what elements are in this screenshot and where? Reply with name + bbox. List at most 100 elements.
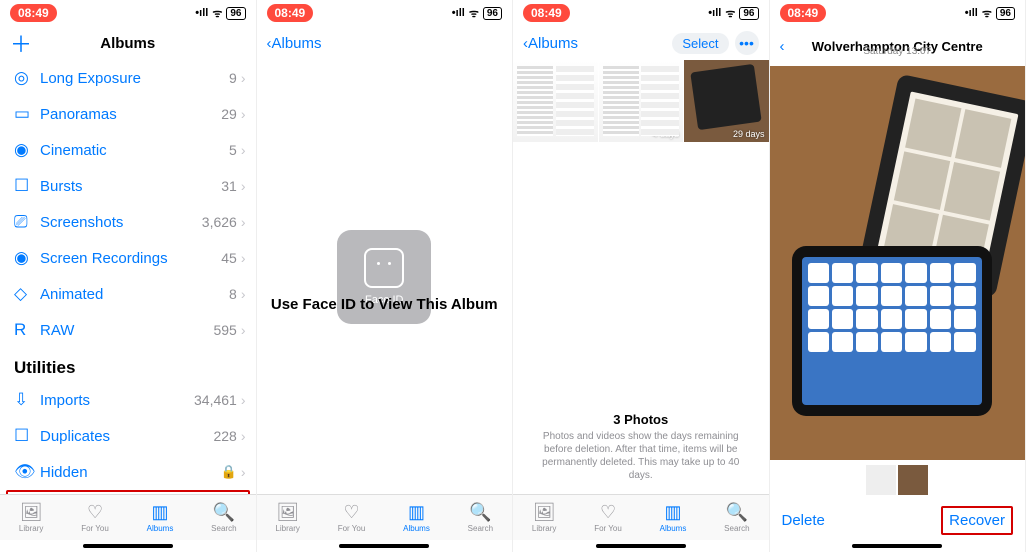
back-button[interactable]: ‹ Albums: [267, 35, 322, 52]
row-count: 3,626: [202, 214, 237, 230]
nav-bar: ‹ Wolverhampton City Centre Saturday 13:…: [770, 26, 1026, 66]
status-icons: •ıll ᯤ 96: [195, 6, 245, 21]
library-icon: 🖼: [533, 502, 556, 523]
tab-albums[interactable]: ▥Albums: [660, 502, 687, 533]
tab-search[interactable]: 🔍Search: [468, 502, 493, 533]
status-icons: •ıll ᯤ 96: [708, 6, 758, 21]
status-bar: 08:49 •ıll ᯤ 96: [0, 0, 256, 26]
chevron-right-icon: ›: [241, 286, 246, 302]
row-label: Imports: [40, 392, 194, 409]
row-label: Screenshots: [40, 214, 202, 231]
album-row-screen-recordings[interactable]: ◉Screen Recordings45›: [0, 240, 256, 276]
back-label: Albums: [528, 35, 578, 52]
wifi-icon: ᯤ: [212, 6, 222, 21]
action-bar: Delete Recover: [770, 500, 1026, 540]
albums-icon: ▥: [151, 502, 168, 523]
tab-library[interactable]: 🖼Library: [275, 502, 299, 533]
home-indicator[interactable]: [0, 540, 256, 552]
status-time: 08:49: [267, 4, 314, 22]
nav-bar: ‹ Albums Select •••: [513, 26, 769, 60]
search-icon: 🔍: [213, 502, 235, 523]
row-count: 45: [221, 250, 237, 266]
album-row-screenshots[interactable]: ⎚Screenshots3,626›: [0, 204, 256, 240]
album-row-raw[interactable]: RRAW595 ›: [0, 312, 256, 348]
tab-label: Albums: [147, 524, 174, 533]
row-label: Bursts: [40, 178, 221, 195]
photo-thumbnail[interactable]: 29 days: [684, 60, 769, 142]
tab-label: Search: [468, 524, 493, 533]
tab-library[interactable]: 🖼Library: [532, 502, 556, 533]
photo-thumbnail[interactable]: 4 days: [599, 60, 685, 142]
more-button[interactable]: •••: [735, 31, 759, 55]
tab-search[interactable]: 🔍Search: [211, 502, 236, 533]
library-icon: 🖼: [20, 502, 43, 523]
home-indicator[interactable]: [770, 540, 1026, 552]
row-label: Cinematic: [40, 142, 229, 159]
row-label: Duplicates: [40, 428, 213, 445]
duplicates-icon: ☐: [14, 426, 40, 446]
photo-thumbnail[interactable]: [513, 60, 599, 142]
row-count: 31: [221, 178, 237, 194]
long-exposure-icon: ◎: [14, 68, 40, 88]
back-button[interactable]: ‹ Albums: [523, 35, 578, 52]
battery-level: 96: [739, 7, 758, 20]
tab-for-you[interactable]: ♡For You: [338, 502, 366, 533]
row-label: RAW: [40, 322, 213, 339]
select-button[interactable]: Select: [672, 33, 728, 54]
thumbnail[interactable]: [866, 465, 896, 495]
thumbnail-strip: [770, 460, 1026, 500]
row-count: 595: [213, 322, 236, 338]
row-label: Animated: [40, 286, 229, 303]
utility-row-hidden[interactable]: 👁Hidden🔒›: [0, 454, 256, 490]
photo-viewer[interactable]: [770, 66, 1026, 460]
album-row-panoramas[interactable]: ▭Panoramas29›: [0, 96, 256, 132]
nav-bar: ＋ Albums: [0, 26, 256, 60]
tab-search[interactable]: 🔍Search: [724, 502, 749, 533]
home-indicator[interactable]: [257, 540, 513, 552]
albums-list: ◎Long Exposure9›▭Panoramas29›◉Cinematic5…: [0, 60, 256, 494]
cinematic-icon: ◉: [14, 140, 40, 160]
info-block: 3 Photos Photos and videos show the days…: [513, 404, 769, 494]
home-indicator[interactable]: [513, 540, 769, 552]
for-you-icon: ♡: [343, 502, 359, 523]
search-icon: 🔍: [469, 502, 491, 523]
imports-icon: ⇩: [14, 390, 40, 410]
status-icons: •ıll ᯤ 96: [965, 6, 1015, 21]
battery-level: 96: [996, 7, 1015, 20]
utility-row-imports[interactable]: ⇩Imports34,461›: [0, 382, 256, 418]
search-icon: 🔍: [726, 502, 748, 523]
faceid-area: Use Face ID to View This Album Face ID: [257, 60, 513, 494]
utilities-header: Utilities: [0, 348, 256, 382]
chevron-right-icon: ›: [241, 70, 246, 86]
recover-button[interactable]: Recover: [941, 506, 1013, 535]
raw-icon: R: [14, 320, 40, 340]
faceid-prompt: Use Face ID to View This Album: [271, 296, 498, 313]
for-you-icon: ♡: [600, 502, 616, 523]
status-time: 08:49: [10, 4, 57, 22]
tab-library[interactable]: 🖼Library: [19, 502, 43, 533]
tab-for-you[interactable]: ♡For You: [594, 502, 622, 533]
row-label: Long Exposure: [40, 70, 229, 87]
chevron-right-icon: ›: [241, 464, 246, 480]
thumbnail-selected[interactable]: [898, 465, 928, 495]
delete-button[interactable]: Delete: [782, 512, 825, 529]
album-row-bursts[interactable]: ☐Bursts31›: [0, 168, 256, 204]
add-button[interactable]: ＋: [10, 27, 32, 59]
album-row-cinematic[interactable]: ◉Cinematic5›: [0, 132, 256, 168]
hidden-icon: 👁: [14, 462, 40, 482]
lock-icon: 🔒: [221, 464, 237, 480]
album-row-long-exposure[interactable]: ◎Long Exposure9›: [0, 60, 256, 96]
battery-level: 96: [483, 7, 502, 20]
album-row-animated[interactable]: ◇Animated8›: [0, 276, 256, 312]
spacer: [513, 142, 769, 404]
tab-albums[interactable]: ▥Albums: [403, 502, 430, 533]
tab-label: Library: [19, 524, 43, 533]
chevron-right-icon: ›: [241, 322, 246, 338]
utility-row-duplicates[interactable]: ☐Duplicates228›: [0, 418, 256, 454]
tab-for-you[interactable]: ♡For You: [81, 502, 109, 533]
tab-label: Search: [211, 524, 236, 533]
for-you-icon: ♡: [87, 502, 103, 523]
tab-albums[interactable]: ▥Albums: [147, 502, 174, 533]
chevron-right-icon: ›: [241, 142, 246, 158]
signal-icon: •ıll: [965, 7, 978, 19]
